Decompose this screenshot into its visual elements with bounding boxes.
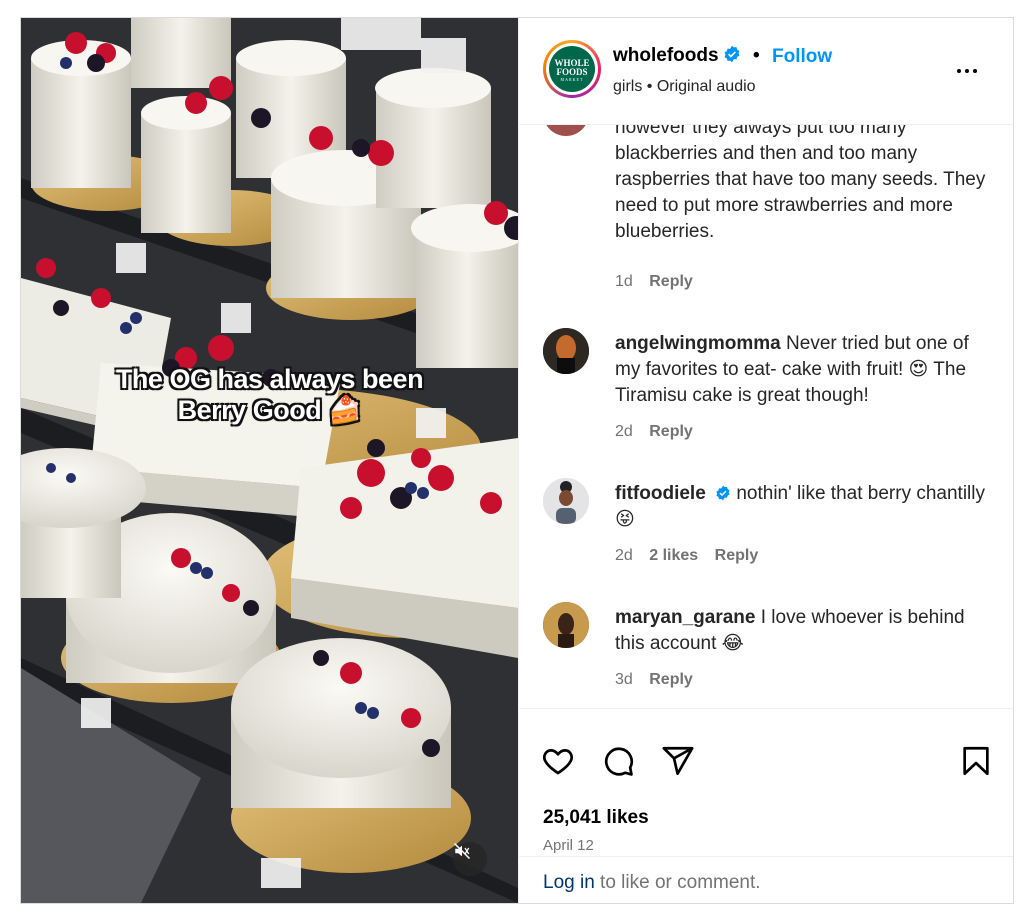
whole-foods-logo: WHOLE FOODS MARKET xyxy=(549,46,595,92)
reply-button[interactable]: Reply xyxy=(649,671,693,688)
comments-list[interactable]: however they always put too many blackbe… xyxy=(519,124,1013,708)
comment-body: fitfoodiele nothin' like that berry chan… xyxy=(615,481,995,533)
caption-emoji: 🍰 xyxy=(328,395,362,425)
comment-avatar[interactable] xyxy=(543,328,589,374)
likes-count[interactable]: 25,041 likes xyxy=(543,807,649,829)
reply-button[interactable]: Reply xyxy=(715,547,759,564)
cakes-illustration xyxy=(21,18,518,903)
comment-meta: 2d 2 likes Reply xyxy=(615,547,770,565)
follow-button[interactable]: Follow xyxy=(772,46,832,68)
caption-line-1: The OG has always been xyxy=(115,364,424,394)
login-prompt: Log in to like or comment. xyxy=(519,856,1013,903)
mute-icon xyxy=(453,842,471,860)
user-photo xyxy=(543,328,589,374)
share-icon[interactable] xyxy=(661,744,695,778)
comment-text: however they always put too many blackbe… xyxy=(615,124,986,242)
comment-avatar[interactable] xyxy=(543,602,589,648)
comment-icon[interactable] xyxy=(601,744,635,778)
username-text[interactable]: wholefoods xyxy=(613,45,719,66)
bookmark-icon[interactable] xyxy=(959,744,993,778)
verified-icon xyxy=(724,45,739,63)
reply-button[interactable]: Reply xyxy=(649,423,693,440)
more-options-button[interactable] xyxy=(955,60,981,76)
login-link[interactable]: Log in xyxy=(543,872,595,893)
comment-time[interactable]: 2d xyxy=(615,423,633,440)
login-text: Log in to like or comment. xyxy=(543,872,761,894)
comment-time[interactable]: 1d xyxy=(615,273,633,290)
user-photo xyxy=(543,478,589,524)
profile-avatar[interactable]: WHOLE FOODS MARKET xyxy=(543,40,601,98)
comment-body: maryan_garane I love whoever is behind t… xyxy=(615,605,995,657)
reply-button[interactable]: Reply xyxy=(649,273,693,290)
post-caption-overlay: The OG has always been Berry Good 🍰 xyxy=(21,364,518,426)
heart-icon[interactable] xyxy=(541,744,575,778)
audio-info[interactable]: girls • Original audio xyxy=(613,78,756,96)
post-dialog: The OG has always been Berry Good 🍰 WHOL… xyxy=(20,17,1014,904)
login-rest-text: to like or comment. xyxy=(594,872,761,893)
post-header: WHOLE FOODS MARKET wholefoods • Follow g… xyxy=(519,18,1013,125)
verified-icon xyxy=(716,485,730,501)
post-date[interactable]: April 12 xyxy=(543,837,594,854)
user-photo xyxy=(543,602,589,648)
comment-body: angelwingmomma Never tried but one of my… xyxy=(615,331,995,409)
mute-button[interactable] xyxy=(453,842,487,876)
header-separator: • xyxy=(753,45,760,66)
post-video[interactable]: The OG has always been Berry Good 🍰 xyxy=(21,18,518,903)
comment-time[interactable]: 3d xyxy=(615,671,633,688)
comment-likes[interactable]: 2 likes xyxy=(649,547,698,564)
comment-meta: 2d Reply xyxy=(615,423,705,441)
post-actions: 25,041 likes April 12 xyxy=(519,708,1013,869)
comment-username[interactable]: angelwingmomma xyxy=(615,333,781,354)
post-sidebar: WHOLE FOODS MARKET wholefoods • Follow g… xyxy=(518,18,1013,903)
comment-username[interactable]: fitfoodiele xyxy=(615,483,706,504)
comment-username[interactable]: maryan_garane xyxy=(615,607,755,628)
comment-time[interactable]: 2d xyxy=(615,547,633,564)
caption-line-2: Berry Good xyxy=(177,395,322,425)
post-author-username[interactable]: wholefoods xyxy=(613,45,741,67)
comment-avatar[interactable] xyxy=(543,124,589,136)
comment-avatar[interactable] xyxy=(543,478,589,524)
comment-meta: 1d Reply xyxy=(615,273,705,291)
comment-meta: 3d Reply xyxy=(615,671,705,689)
more-icon xyxy=(955,60,979,77)
